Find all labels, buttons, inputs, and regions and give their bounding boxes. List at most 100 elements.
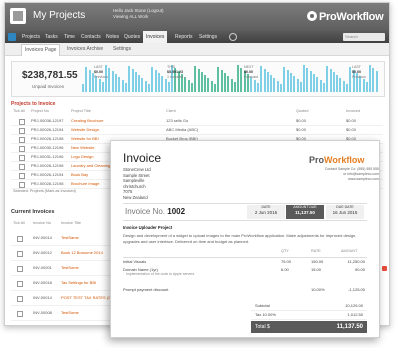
row-checkbox[interactable] xyxy=(17,281,23,287)
chart-bar xyxy=(309,71,312,92)
due-date: DUE DATE 16 Jun 2015 xyxy=(326,205,364,219)
chart-bar xyxy=(167,82,170,92)
chart-bar xyxy=(346,84,348,92)
add-icon[interactable] xyxy=(8,33,16,41)
chart-bar xyxy=(88,70,91,92)
delete-icon[interactable] xyxy=(382,266,387,271)
tab-time[interactable]: Time xyxy=(64,34,75,40)
address-line: New Zealand xyxy=(123,194,148,200)
table-row[interactable]: PRJ-00036-12197 Creating Brochure 123 sell… xyxy=(11,117,383,126)
tab-settings[interactable]: Settings xyxy=(199,34,217,40)
chart-bar xyxy=(276,81,279,92)
cashflow-chart xyxy=(82,64,380,94)
invoice-columns: QTY RATE AMOUNT xyxy=(123,249,367,258)
row-checkbox[interactable] xyxy=(19,182,25,188)
chart-bar xyxy=(151,67,154,92)
chart-bar xyxy=(362,79,365,92)
row-checkbox[interactable] xyxy=(17,296,23,302)
tab-notes[interactable]: Notes xyxy=(106,34,119,40)
chart-bar xyxy=(124,83,127,92)
chart-bar xyxy=(349,67,352,92)
chart-bar xyxy=(280,84,282,92)
chart-bar xyxy=(148,84,150,92)
brand-logo-icon xyxy=(307,11,317,21)
chart-bar xyxy=(82,84,84,92)
selection-footer[interactable]: Selected: Projects (Mark as Invoiced) xyxy=(13,189,76,193)
chart-bar xyxy=(293,76,296,92)
chart-bar xyxy=(217,67,220,92)
tab-quotes[interactable]: Quotes xyxy=(124,34,140,40)
invoice-date: DATE 2 Jun 2015 xyxy=(247,205,285,219)
chart-bar xyxy=(240,68,243,92)
chart-bar xyxy=(207,78,210,92)
chart-bar xyxy=(299,82,302,92)
tab-invoice-settings[interactable]: Settings xyxy=(113,46,131,52)
main-nav: Projects Tasks Time Contacts Notes Quote… xyxy=(5,31,389,43)
chart-bar xyxy=(289,73,292,92)
chart-bar xyxy=(154,70,157,92)
home-icon[interactable] xyxy=(10,8,26,24)
chart-bar xyxy=(313,74,315,92)
row-checkbox[interactable] xyxy=(17,266,23,272)
chart-bar xyxy=(157,73,160,92)
chart-bar xyxy=(101,82,104,92)
line-item: Prompt payment discount 10.00% -1,125.00 xyxy=(123,287,365,292)
row-checkbox[interactable] xyxy=(19,128,25,134)
row-checkbox[interactable] xyxy=(19,155,25,161)
chart-bar xyxy=(339,78,342,92)
chart-bar xyxy=(164,79,167,92)
row-checkbox[interactable] xyxy=(19,164,25,170)
search-input[interactable]: Search xyxy=(343,33,385,41)
chart-bar xyxy=(161,76,164,92)
chart-bar xyxy=(210,81,213,92)
table-row[interactable]: PRJ-00026-12194 Website Design ABC Media (… xyxy=(11,126,383,135)
row-checkbox[interactable] xyxy=(19,146,25,152)
chart-bar xyxy=(286,70,289,92)
line-item: Domain Name (1yr) Implementation of the c… xyxy=(123,267,365,276)
chart-bar xyxy=(266,72,269,92)
invoice-number: Invoice No. 1002 xyxy=(125,207,186,216)
tab-invoices[interactable]: Invoices xyxy=(143,31,168,43)
chart-bar xyxy=(184,77,187,92)
brand-name: ProWorkflow xyxy=(319,11,384,23)
summary-this: THIS $5,591.23 1 Invoices xyxy=(167,65,184,79)
tab-tasks[interactable]: Tasks xyxy=(45,34,58,40)
help-icon[interactable] xyxy=(229,33,237,41)
row-checkbox[interactable] xyxy=(19,173,25,179)
section-title: Projects to Invoice xyxy=(11,101,56,107)
chart-bar xyxy=(369,65,372,92)
chart-bar xyxy=(270,75,273,92)
tab-contacts[interactable]: Contacts xyxy=(81,34,101,40)
chart-bar xyxy=(316,77,319,92)
chart-bar xyxy=(121,80,124,92)
invoice-summary: $238,781.55 Unpaid Invoices LAST $0.00 Pre… xyxy=(11,61,385,97)
chart-bar xyxy=(214,84,216,92)
invoice-number-bar: Invoice No. 1002 DATE 2 Jun 2015 AMOUNT D… xyxy=(123,203,367,221)
tab-reports[interactable]: Reports xyxy=(175,34,193,40)
tab-invoices-archive[interactable]: Invoices Archive xyxy=(67,46,103,52)
invoice-description: Design and development of a widget to up… xyxy=(123,233,357,244)
chart-bar xyxy=(273,78,276,92)
chart-bar xyxy=(194,66,197,92)
chart-bar xyxy=(111,71,114,92)
company-address: StoneCrew Ltd Sample Street Sampleville chr… xyxy=(123,167,151,200)
chart-bar xyxy=(230,79,233,92)
row-checkbox[interactable] xyxy=(17,251,23,257)
row-checkbox[interactable] xyxy=(17,311,23,317)
summary-last: LAST $0.00 Previous xyxy=(94,65,108,79)
line-item: Initial Visuals 75.00 150.00 11,250.00 xyxy=(123,259,365,264)
chart-bar xyxy=(322,83,325,92)
chart-bar xyxy=(332,72,335,92)
chart-bar xyxy=(306,68,309,92)
sub-nav: Invoices Page Invoices Archive Settings xyxy=(5,43,389,56)
tab-projects[interactable]: Projects xyxy=(22,34,40,40)
row-checkbox[interactable] xyxy=(17,236,23,242)
tab-invoices-page[interactable]: Invoices Page xyxy=(21,44,61,56)
chart-bar xyxy=(233,82,236,92)
chart-bar xyxy=(372,68,375,92)
row-checkbox[interactable] xyxy=(19,137,25,143)
row-checkbox[interactable] xyxy=(19,119,25,125)
chart-bar xyxy=(144,81,147,92)
chart-bar xyxy=(326,66,329,92)
chart-bar xyxy=(108,68,111,92)
